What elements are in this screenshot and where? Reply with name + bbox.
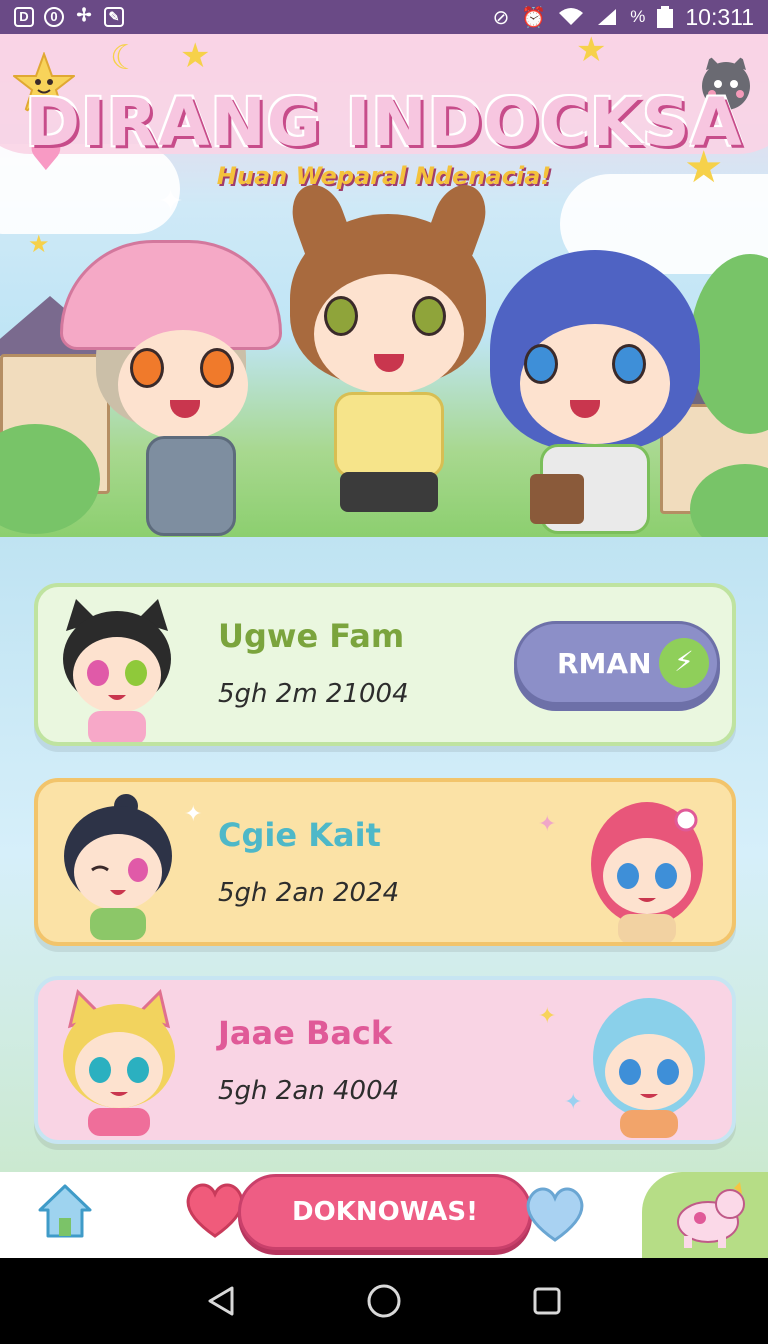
heart-icon	[526, 1187, 584, 1242]
character-eye	[524, 344, 558, 384]
status-left-icons: D 0 ✢ ✎	[14, 5, 124, 27]
back-nav-button[interactable]	[199, 1279, 243, 1323]
notification-0-icon: 0	[44, 7, 64, 27]
character-avatar-pink-hair	[591, 802, 703, 942]
card-date: 5gh 2m 21004	[218, 679, 409, 709]
back-triangle-icon	[208, 1286, 234, 1316]
star-icon: ★	[180, 36, 211, 76]
home-circle-icon	[367, 1284, 401, 1318]
notification-edit-icon: ✎	[104, 7, 124, 27]
rman-button-label: RMAN	[557, 646, 652, 680]
character-shorts	[340, 472, 438, 512]
character-avatar-dark-hair	[64, 794, 172, 940]
star-icon: ★	[576, 34, 607, 70]
character-eye	[324, 296, 358, 336]
moon-icon: ☾	[110, 38, 141, 78]
character-card[interactable]: ✦ ✦ Jaae Back 5gh 2an 4004	[34, 976, 736, 1144]
sparkle-icon: ✦	[184, 802, 203, 827]
alarm-icon: ⏰	[521, 6, 547, 29]
status-right-icons: ⊘ ⏰ % 10:311	[493, 4, 754, 31]
character-avatar-light-blue-hair	[593, 998, 705, 1138]
bottom-action-bar: DOKNOWAS!	[0, 1172, 768, 1258]
status-bar: D 0 ✢ ✎ ⊘ ⏰ % 10:311	[0, 0, 768, 34]
sparkle-icon: ✦	[538, 1004, 557, 1029]
card-date: 5gh 2an 4004	[218, 1076, 400, 1106]
signal-icon	[598, 9, 617, 25]
card-name: Ugwe Fam	[218, 617, 405, 655]
card-date: 5gh 2an 2024	[218, 878, 400, 908]
no-sim-icon: ⊘	[492, 6, 510, 29]
hero-banner: ★ ★ ★ ★ ☾ ♥ ✦ DIRANG INDOCKSA Huan Wepar…	[0, 34, 768, 537]
clock: 10:311	[685, 3, 754, 30]
book-icon	[530, 474, 584, 524]
character-card[interactable]: ✦ ✦ Cgie Kait 5gh 2an 2024	[34, 778, 736, 946]
home-icon[interactable]	[34, 1180, 96, 1242]
card-name: Jaae Back	[218, 1014, 393, 1052]
recents-nav-button[interactable]	[525, 1279, 569, 1323]
recents-square-icon	[533, 1287, 561, 1315]
sparkle-icon: ✦	[538, 812, 557, 837]
character-avatar-blonde-cat	[63, 989, 175, 1136]
character-eye	[200, 348, 234, 388]
system-nav-bar	[0, 1258, 768, 1344]
battery-percent-label: %	[630, 7, 646, 26]
star-icon: ★	[28, 230, 50, 258]
card-name: Cgie Kait	[218, 816, 381, 854]
notification-d-icon: D	[14, 7, 34, 27]
wifi-icon	[559, 8, 584, 25]
lightning-icon: ⚡	[659, 638, 709, 688]
pet-button[interactable]	[642, 1172, 768, 1258]
home-nav-button[interactable]	[362, 1279, 406, 1323]
notification-fan-icon: ✢	[76, 5, 92, 25]
download-button[interactable]: DOKNOWAS!	[238, 1174, 532, 1250]
character-eye	[412, 296, 446, 336]
sparkle-icon: ✦	[564, 1090, 583, 1115]
rman-button[interactable]: RMAN ⚡	[514, 621, 720, 705]
app-title: DIRANG INDOCKSA	[25, 84, 743, 161]
character-outfit	[334, 392, 444, 478]
character-pink-hat	[60, 240, 290, 537]
character-outfit	[146, 436, 236, 536]
character-eye	[130, 348, 164, 388]
character-blue-hair	[490, 234, 710, 534]
battery-icon	[657, 6, 674, 28]
cow-pet-icon	[677, 1182, 745, 1248]
character-face	[520, 324, 670, 444]
character-eye	[612, 344, 646, 384]
character-cat-ears	[283, 177, 495, 514]
character-avatar-cat-black	[63, 599, 171, 742]
